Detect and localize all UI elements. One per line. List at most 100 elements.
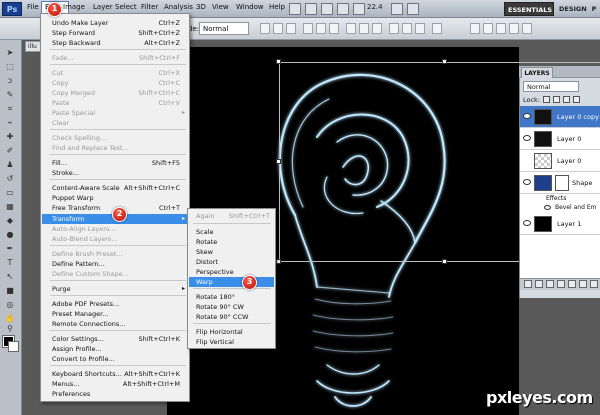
marquee-tool-icon[interactable]: ⬚ (4, 62, 16, 71)
edit-menu-item[interactable]: Paste Ctrl+V (42, 98, 188, 108)
shape-tool-icon[interactable]: ■ (4, 286, 16, 295)
mode-select[interactable]: Normal (199, 22, 249, 35)
distribute-center-icon[interactable] (402, 23, 412, 34)
edit-menu-item[interactable]: Assign Profile... (42, 344, 188, 354)
edit-menu-item[interactable]: Stroke... (42, 168, 188, 178)
distribute-left-icon[interactable] (389, 23, 399, 34)
align-middle-icon[interactable] (273, 23, 283, 34)
menu-view[interactable]: View (212, 3, 229, 11)
type-tool-icon[interactable]: T (4, 258, 16, 267)
blend-mode-select[interactable]: Normal (523, 81, 579, 92)
move-tool-icon[interactable]: ➤ (4, 48, 16, 57)
trash-icon[interactable] (590, 280, 598, 288)
hand-icon[interactable] (321, 3, 333, 15)
lock-transparency-icon[interactable] (543, 96, 550, 103)
edit-menu-item[interactable]: Content-Aware Scale Alt+Shift+Ctrl+C (42, 183, 188, 193)
edit-menu-item[interactable]: Paste Special ▸ (42, 108, 188, 118)
visibility-eye-icon[interactable] (523, 179, 531, 185)
edit-menu-item[interactable]: Remote Connections... (42, 319, 188, 329)
transform-submenu-item[interactable]: Flip Vertical (189, 337, 274, 347)
zoom-icon[interactable] (337, 3, 349, 15)
transform-submenu-item[interactable]: Rotate 90° CW (189, 302, 274, 312)
edit-menu-item[interactable]: Copy Ctrl+C (42, 78, 188, 88)
transform-submenu-item[interactable]: Again Shift+Ctrl+T (189, 211, 274, 221)
quick-select-tool-icon[interactable]: ✎ (4, 90, 16, 99)
transform-submenu-item[interactable]: Skew (189, 247, 274, 257)
transform-submenu-item[interactable]: Flip Horizontal (189, 327, 274, 337)
transform-handle[interactable] (276, 159, 281, 164)
auto-align-icon[interactable] (432, 23, 442, 34)
3d-rotate-icon[interactable] (470, 23, 480, 34)
align-bottom-icon[interactable] (286, 23, 296, 34)
edit-menu-item[interactable]: Cut Ctrl+X (42, 68, 188, 78)
edit-menu-item[interactable]: Step Forward Shift+Ctrl+Z (42, 28, 188, 38)
edit-menu-item[interactable]: Puppet Warp (42, 193, 188, 203)
edit-menu-item[interactable]: Menus... Alt+Shift+Ctrl+M (42, 379, 188, 389)
edit-menu-item[interactable]: Preset Manager... (42, 309, 188, 319)
edit-menu-item[interactable]: Preferences (42, 389, 188, 399)
eraser-tool-icon[interactable]: ▭ (4, 188, 16, 197)
edit-menu-item[interactable]: Adobe PDF Presets... (42, 299, 188, 309)
workspace-essentials-button[interactable]: ESSENTIALS (504, 2, 554, 16)
edit-menu-item[interactable]: Convert to Profile... (42, 354, 188, 364)
menu-file[interactable]: File (27, 3, 39, 11)
edit-menu-item[interactable]: Copy Merged Shift+Ctrl+C (42, 88, 188, 98)
transform-submenu-item[interactable]: Perspective (189, 267, 274, 277)
background-color-swatch[interactable] (8, 341, 19, 352)
edit-menu-item[interactable]: Clear (42, 118, 188, 128)
menu-analysis[interactable]: Analysis (164, 3, 193, 11)
minibridge-icon[interactable] (305, 3, 317, 15)
edit-menu-item[interactable]: Fill... Shift+F5 (42, 158, 188, 168)
dodge-tool-icon[interactable]: ● (4, 230, 16, 239)
zoom-tool-icon[interactable]: ⚲ (4, 324, 16, 333)
link-layers-icon[interactable] (524, 280, 532, 288)
transform-submenu-item[interactable]: Rotate (189, 237, 274, 247)
transform-submenu-item[interactable]: Rotate 90° CCW (189, 312, 274, 322)
rotate-view-icon[interactable] (353, 3, 365, 15)
gradient-tool-icon[interactable]: ▦ (4, 202, 16, 211)
menu-select[interactable]: Select (115, 3, 137, 11)
transform-submenu-item[interactable]: Scale (189, 227, 274, 237)
edit-menu-item[interactable]: Step Backward Alt+Ctrl+Z (42, 38, 188, 48)
menu-filter[interactable]: Filter (141, 3, 158, 11)
edit-menu-item[interactable]: Define Brush Preset... (42, 249, 188, 259)
healing-brush-tool-icon[interactable]: ✚ (4, 132, 16, 141)
add-mask-icon[interactable] (546, 280, 554, 288)
distribute-right-icon[interactable] (415, 23, 425, 34)
lock-position-icon[interactable] (563, 96, 570, 103)
menu-layer[interactable]: Layer (93, 3, 113, 11)
layers-tab[interactable]: LAYERS (521, 67, 553, 78)
visibility-eye-icon[interactable] (523, 113, 531, 119)
workspace-more-button[interactable]: P (588, 2, 600, 16)
layer-row[interactable]: Layer 0 (520, 128, 600, 150)
zoom-readout[interactable]: 22.4 (367, 3, 383, 11)
edit-menu-item[interactable]: Define Custom Shape... (42, 269, 188, 279)
distribute-bottom-icon[interactable] (372, 23, 382, 34)
clone-stamp-tool-icon[interactable]: ♟ (4, 160, 16, 169)
transform-handle[interactable] (276, 59, 281, 64)
layer-row[interactable]: Layer 0 (520, 150, 600, 172)
edit-menu-item[interactable]: Auto-Blend Layers... (42, 234, 188, 244)
transform-submenu-item[interactable]: Distort (189, 257, 274, 267)
edit-menu-item[interactable]: Keyboard Shortcuts... Alt+Shift+Ctrl+K (42, 369, 188, 379)
new-group-icon[interactable] (568, 280, 576, 288)
hand-tool-icon[interactable]: ✋ (4, 314, 16, 323)
effect-row[interactable]: Bevel and Em (520, 203, 600, 213)
effect-eye-icon[interactable] (544, 205, 551, 210)
edit-menu-item[interactable]: Define Pattern... (42, 259, 188, 269)
edit-menu-item[interactable]: Purge ▸ (42, 284, 188, 294)
transform-submenu-item[interactable]: Rotate 180° (189, 292, 274, 302)
transform-submenu-item[interactable]: Warp (189, 277, 274, 287)
distribute-top-icon[interactable] (346, 23, 356, 34)
visibility-eye-icon[interactable] (523, 135, 531, 141)
pen-tool-icon[interactable]: ✒ (4, 244, 16, 253)
3d-scale-icon[interactable] (522, 23, 532, 34)
lock-pixels-icon[interactable] (553, 96, 560, 103)
lock-all-icon[interactable] (573, 96, 580, 103)
edit-menu-item[interactable]: Undo Make Layer Ctrl+Z (42, 18, 188, 28)
workspace-design-button[interactable]: DESIGN (556, 2, 587, 16)
eyedropper-tool-icon[interactable]: ⌁ (4, 118, 16, 127)
layer-row[interactable]: Layer 0 copy (520, 106, 600, 128)
bridge-icon[interactable] (289, 3, 301, 15)
blur-tool-icon[interactable]: ◆ (4, 216, 16, 225)
